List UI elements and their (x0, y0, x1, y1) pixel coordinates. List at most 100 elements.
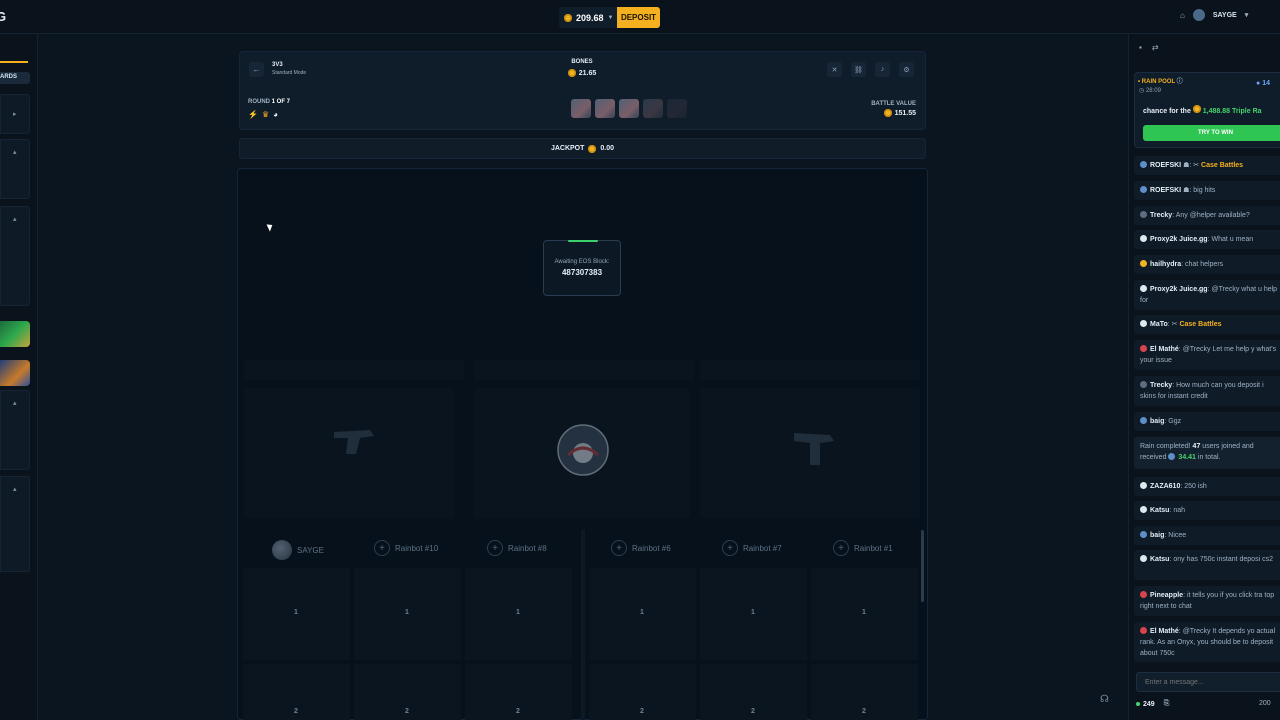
site-logo[interactable]: G (0, 9, 6, 24)
rain-done-prefix: Rain completed! (1140, 443, 1191, 450)
user-badge-icon (1140, 506, 1147, 513)
rain-done-users: 47 (1192, 443, 1201, 450)
chat-username[interactable]: Trecky (1150, 382, 1172, 389)
coin-icon (1192, 105, 1201, 113)
avatar[interactable] (1192, 9, 1205, 21)
chat-username[interactable]: Proxy2k Juice.gg (1150, 236, 1208, 243)
chat-username[interactable]: El Mathé (1150, 628, 1179, 635)
chat-username[interactable]: Proxy2k Juice.gg (1150, 286, 1208, 293)
chat-username[interactable]: ROEFSKI (1150, 187, 1181, 194)
user-badge-icon (1140, 417, 1147, 424)
reel-header (700, 360, 920, 380)
reel-header (244, 360, 464, 380)
coin-icon (564, 13, 572, 22)
player-name: Rainbot #1 (854, 543, 893, 553)
headset-icon[interactable]: ☊ (1100, 694, 1109, 705)
case-thumbnail[interactable] (643, 99, 663, 118)
player-name: Rainbot #8 (508, 543, 547, 553)
close-icon[interactable]: ✕ (827, 62, 842, 77)
chat-username[interactable]: Pineapple (1150, 592, 1183, 599)
bell-icon[interactable]: ⌂ (1180, 11, 1185, 20)
chat-message: Katsu: nah (1134, 501, 1280, 520)
slot-number: 2 (405, 708, 409, 715)
rules-icon[interactable]: ⎘ (1164, 700, 1170, 708)
case-thumbnail[interactable] (571, 99, 591, 118)
user-badge-icon (1140, 555, 1147, 562)
chat-username[interactable]: MaTo (1150, 321, 1168, 328)
player-slot[interactable]: + Rainbot #10 (374, 540, 438, 556)
chevron-right-icon[interactable]: ▸ (13, 110, 17, 118)
eos-block-status: Awaiting EOS Block: 487307383 (543, 240, 621, 296)
player-slot[interactable]: + Rainbot #8 (487, 540, 547, 556)
rain-chance-prefix: chance for the (1143, 108, 1191, 115)
slot-number: 1 (516, 609, 520, 616)
sound-icon[interactable]: ♪ (875, 62, 890, 77)
plus-icon[interactable]: + (722, 540, 738, 556)
player-name: Rainbot #6 (632, 543, 671, 553)
chat-username[interactable]: hailhydra (1150, 261, 1181, 268)
plus-icon[interactable]: + (833, 540, 849, 556)
online-dot-icon (1136, 702, 1140, 706)
player-slot[interactable]: SAYGE (272, 540, 324, 560)
deposit-button[interactable]: DEPOSIT (617, 7, 660, 28)
user-badge-icon (1140, 482, 1147, 489)
try-to-win-button[interactable]: TRY TO WIN (1143, 125, 1280, 141)
gear-icon[interactable]: ⚙ (899, 62, 914, 77)
user-badge-icon (1140, 235, 1147, 242)
slot-number: 1 (294, 609, 298, 616)
pistol-skin-icon (334, 430, 374, 454)
chevron-up-icon[interactable]: ▴ (13, 215, 17, 223)
plus-icon[interactable]: + (611, 540, 627, 556)
slot-number: 1 (862, 609, 866, 616)
chat-username[interactable]: Katsu (1150, 507, 1169, 514)
chat-icon[interactable]: ▪ (1139, 43, 1142, 52)
player-slot[interactable]: + Rainbot #1 (833, 540, 893, 556)
chat-message: MaTo: ✂ Case Battles (1134, 315, 1280, 334)
plus-icon[interactable]: + (487, 540, 503, 556)
chat-username[interactable]: Trecky (1150, 212, 1172, 219)
player-slot[interactable]: + Rainbot #6 (611, 540, 671, 556)
rain-amount-value: 14 (1262, 80, 1270, 87)
chevron-down-icon[interactable]: ▾ (1245, 11, 1249, 19)
sidebar-item-rewards[interactable]: ARDS (0, 72, 30, 84)
back-button[interactable]: ← (249, 62, 264, 77)
chat-input[interactable] (1136, 672, 1280, 692)
chat-message: Trecky: Any @helper available? (1134, 206, 1280, 225)
user-badge-icon (1140, 627, 1147, 634)
rain-title-text: RAIN POOL (1141, 79, 1176, 85)
battle-mode-subtitle: Standard Mode (272, 70, 307, 76)
chevron-up-icon[interactable]: ▴ (13, 148, 17, 156)
link-icon[interactable]: ⛓ (851, 62, 866, 77)
rain-done-amount: 34.41 (1178, 454, 1196, 461)
case-thumbnail[interactable] (619, 99, 639, 118)
user-menu[interactable]: ⌂ SAYGE ▾ (1180, 9, 1248, 21)
balance-display[interactable]: 209.68 ▼ (559, 7, 617, 28)
player-name: Rainbot #10 (395, 543, 439, 553)
eos-label: Awaiting EOS Block: (554, 259, 610, 265)
team-divider (581, 530, 585, 720)
info-icon[interactable]: ⓘ (1175, 79, 1183, 85)
chat-message: Proxy2k Juice.gg: What u mean (1134, 230, 1280, 249)
swap-icon[interactable]: ⇄ (1152, 43, 1159, 52)
chevron-up-icon[interactable]: ▴ (13, 485, 17, 493)
chat-username[interactable]: El Mathé (1150, 346, 1179, 353)
chat-username[interactable]: baig (1150, 532, 1164, 539)
promo-thumbnail[interactable] (0, 321, 30, 347)
user-badge-icon (1140, 260, 1147, 267)
balance-value: 209.68 (576, 12, 604, 23)
chevron-up-icon[interactable]: ▴ (13, 399, 17, 407)
chat-username[interactable]: ROEFSKI (1150, 162, 1181, 169)
case-thumbnail[interactable] (595, 99, 615, 118)
promo-thumbnail[interactable] (0, 360, 30, 386)
case-thumbnail[interactable] (667, 99, 687, 118)
plus-icon[interactable]: + (374, 540, 390, 556)
chat-username[interactable]: baig (1150, 418, 1164, 425)
reel-header (474, 360, 694, 380)
chat-username[interactable]: Katsu (1150, 556, 1169, 563)
avatar (272, 540, 292, 560)
chat-username[interactable]: ZAZA610 (1150, 483, 1180, 490)
player-slot[interactable]: + Rainbot #7 (722, 540, 782, 556)
loading-bar (568, 240, 598, 242)
battle-mode-title: 3V3 (272, 62, 283, 68)
scrollbar[interactable] (921, 530, 924, 602)
